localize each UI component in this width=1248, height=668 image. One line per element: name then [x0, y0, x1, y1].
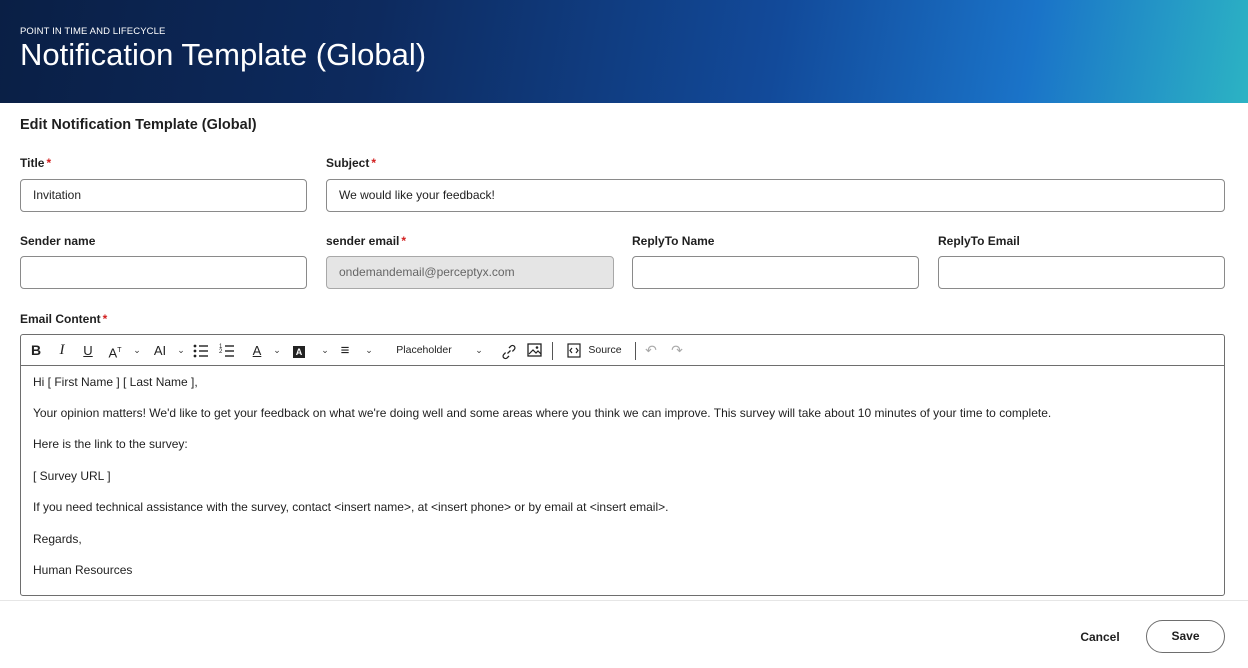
title-label-text: Title	[20, 156, 45, 170]
redo-icon[interactable]: ↷	[669, 335, 685, 366]
page-eyebrow: POINT IN TIME AND LIFECYCLE	[20, 26, 166, 37]
chevron-down-icon[interactable]: ⌄	[319, 335, 331, 366]
bold-button[interactable]: B	[27, 335, 45, 366]
sender-name-label: Sender name	[20, 234, 95, 248]
placeholder-dropdown[interactable]: Placeholder	[389, 335, 459, 366]
email-paragraph: Human Resources	[33, 563, 133, 577]
font-size-button[interactable]: AT	[105, 335, 125, 366]
sender-email-label-text: sender email	[326, 234, 400, 248]
chevron-down-icon[interactable]: ⌄	[473, 335, 485, 366]
page-title: Notification Template (Global)	[20, 37, 427, 72]
source-icon[interactable]	[567, 335, 583, 366]
undo-icon[interactable]: ↶	[643, 335, 659, 366]
required-mark: *	[46, 156, 52, 170]
sender-email-label: sender email *	[326, 234, 406, 248]
footer-divider	[0, 600, 1248, 601]
email-paragraph: If you need technical assistance with th…	[33, 500, 669, 514]
toolbar-divider	[552, 342, 553, 360]
email-content-label: Email Content *	[20, 312, 107, 326]
subject-label-text: Subject	[326, 156, 370, 170]
font-background-button[interactable]: A	[291, 335, 307, 366]
replyto-email-label-text: ReplyTo Email	[938, 234, 1020, 248]
toolbar-divider	[635, 342, 636, 360]
cancel-button[interactable]: Cancel	[1070, 627, 1130, 647]
font-color-button[interactable]: A	[249, 335, 265, 366]
insert-image-icon[interactable]	[527, 335, 545, 366]
title-field[interactable]: Invitation	[20, 179, 307, 212]
replyto-name-field[interactable]	[632, 256, 919, 289]
svg-text:2: 2	[219, 349, 223, 355]
email-paragraph: Here is the link to the survey:	[33, 437, 188, 451]
replyto-name-label-text: ReplyTo Name	[632, 234, 715, 248]
chevron-down-icon[interactable]: ⌄	[131, 335, 143, 366]
sender-email-field: ondemandemail@perceptyx.com	[326, 256, 614, 289]
bulleted-list-icon[interactable]	[193, 335, 213, 366]
underline-button[interactable]: U	[79, 335, 97, 366]
italic-button[interactable]: I	[53, 335, 71, 366]
subject-field[interactable]: We would like your feedback!	[326, 179, 1225, 212]
required-mark: *	[371, 156, 377, 170]
required-mark: *	[102, 312, 108, 326]
page-header-banner: POINT IN TIME AND LIFECYCLE Notification…	[0, 0, 1248, 103]
align-button[interactable]: ≡	[335, 335, 355, 366]
email-paragraph: Your opinion matters! We'd like to get y…	[33, 406, 1052, 420]
email-paragraph: Regards,	[33, 532, 82, 546]
email-paragraph: Hi [ First Name ] [ Last Name ],	[33, 375, 198, 389]
chevron-down-icon[interactable]: ⌄	[363, 335, 375, 366]
sender-name-field[interactable]	[20, 256, 307, 289]
editor-toolbar: B I U AT ⌄ AI ⌄ 12 A ⌄ A ⌄ ≡ ⌄ Placehold…	[21, 335, 1224, 366]
section-title: Edit Notification Template (Global)	[20, 117, 257, 133]
source-button[interactable]: Source	[585, 335, 625, 366]
font-family-button[interactable]: AI	[149, 335, 171, 366]
numbered-list-icon[interactable]: 12	[219, 335, 239, 366]
required-mark: *	[401, 234, 407, 248]
font-size-icon: A	[108, 345, 118, 361]
email-content-label-text: Email Content	[20, 312, 101, 326]
replyto-email-label: ReplyTo Email	[938, 234, 1020, 248]
chevron-down-icon[interactable]: ⌄	[271, 335, 283, 366]
chevron-down-icon[interactable]: ⌄	[175, 335, 187, 366]
email-content-editor[interactable]: B I U AT ⌄ AI ⌄ 12 A ⌄ A ⌄ ≡ ⌄ Placehold…	[20, 334, 1225, 596]
link-icon[interactable]	[501, 335, 519, 366]
sender-name-label-text: Sender name	[20, 234, 96, 248]
replyto-name-label: ReplyTo Name	[632, 234, 714, 248]
save-button[interactable]: Save	[1146, 620, 1225, 653]
subject-label: Subject *	[326, 156, 376, 170]
email-paragraph: [ Survey URL ]	[33, 469, 111, 483]
font-background-icon: A	[293, 345, 305, 358]
title-label: Title *	[20, 156, 51, 170]
replyto-email-field[interactable]	[938, 256, 1225, 289]
